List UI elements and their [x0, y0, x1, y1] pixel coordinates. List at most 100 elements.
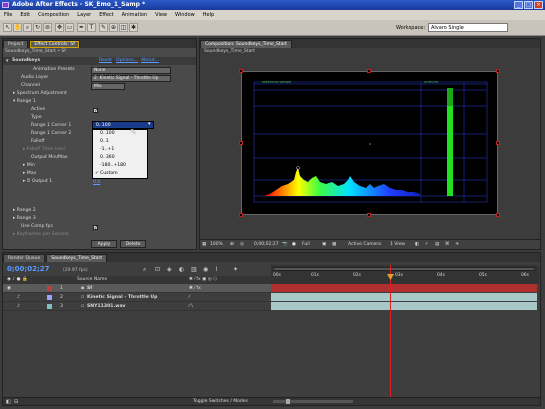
layer-switches-icon[interactable]: ⁄: [189, 293, 190, 302]
exposure-icon[interactable]: ☀: [455, 240, 459, 250]
handle-tl[interactable]: [239, 69, 243, 73]
layer-row[interactable]: ♪ 2 ▫ Kinetic Signal - Throttle Up ⁄: [3, 293, 271, 302]
toggle-switches-modes-button[interactable]: Toggle Switches / Modes: [193, 398, 248, 406]
active-checkbox[interactable]: ✓: [93, 108, 98, 114]
tab-composition[interactable]: Composition: Soundkeys_Time_Start: [200, 40, 292, 48]
rotate-tool-icon[interactable]: ↻: [33, 23, 42, 32]
in-out-pane-icon[interactable]: ⊟: [14, 398, 18, 406]
pen-tool-icon[interactable]: ✒: [77, 23, 86, 32]
type-option-neg1-pos1[interactable]: -1..+1: [93, 146, 147, 154]
layer-switches-icon[interactable]: ✱ ⁄ fx: [189, 284, 201, 293]
color-channel-icon[interactable]: ●: [292, 240, 296, 250]
draft-3d-icon[interactable]: ◈: [167, 266, 175, 274]
layer-switches-icon[interactable]: ⁄ \: [189, 302, 193, 311]
zoom-dropdown[interactable]: 100%: [210, 240, 223, 250]
layer-label-color[interactable]: [47, 286, 52, 291]
type-option-neg180-pos180[interactable]: -180..+180: [93, 162, 147, 170]
frame-blending-icon[interactable]: ▥: [191, 266, 199, 274]
options-link[interactable]: Options...: [116, 57, 138, 65]
fast-previews-icon[interactable]: ⚡: [425, 240, 428, 250]
handle-bl[interactable]: [239, 213, 243, 217]
region-of-interest-icon[interactable]: ▣: [322, 240, 326, 250]
brush-tool-icon[interactable]: ✎: [99, 23, 108, 32]
hand-tool-icon[interactable]: ✋: [13, 23, 22, 32]
close-button[interactable]: ×: [534, 1, 543, 9]
menu-animation[interactable]: Animation: [118, 12, 152, 18]
layer-name[interactable]: SNY11301.wav: [87, 302, 126, 311]
animation-presets-dropdown[interactable]: None: [91, 67, 171, 74]
handle-bc[interactable]: [367, 213, 371, 217]
resolution-dropdown[interactable]: Full: [302, 240, 310, 250]
magnification-icon[interactable]: ▦: [202, 240, 206, 250]
camera-tool-icon[interactable]: ⊚: [43, 23, 52, 32]
apply-button[interactable]: Apply: [91, 240, 117, 248]
menu-layer[interactable]: Layer: [73, 12, 95, 18]
menu-view[interactable]: View: [151, 12, 171, 18]
layer-3-duration-bar[interactable]: [271, 302, 537, 310]
maximize-button[interactable]: □: [524, 1, 533, 9]
zoom-slider-handle[interactable]: [286, 399, 290, 404]
menu-edit[interactable]: Edit: [16, 12, 34, 18]
tab-project[interactable]: Project: [3, 40, 29, 48]
graph-editor-icon[interactable]: ⌇: [215, 266, 223, 274]
prop-output-1[interactable]: ▸ ⏱ Output 1: [23, 178, 52, 187]
view-layout-dropdown[interactable]: 1 View: [390, 240, 405, 250]
effect-name[interactable]: Soundkeys: [12, 57, 40, 65]
comp-timecode[interactable]: 0;00;02;27: [254, 240, 279, 250]
tab-effect-controls[interactable]: Effect Controls: Sf: [29, 40, 80, 48]
handle-ml[interactable]: [239, 141, 243, 145]
comp-mini-flowchart-icon[interactable]: ⊡: [155, 266, 163, 274]
flowchart-icon[interactable]: ⌘: [445, 240, 450, 250]
brainstorm-icon[interactable]: ✦: [233, 266, 241, 274]
type-option-0-100[interactable]: 0..100: [93, 130, 147, 138]
handle-br[interactable]: [496, 213, 500, 217]
layer-2-duration-bar[interactable]: [271, 293, 537, 301]
menu-help[interactable]: Help: [199, 12, 218, 18]
type-dropdown[interactable]: 0..100: [92, 121, 154, 129]
menu-effect[interactable]: Effect: [95, 12, 117, 18]
playhead[interactable]: [390, 265, 391, 401]
transparency-grid-icon[interactable]: ▩: [332, 240, 336, 250]
layer-name[interactable]: Sf: [87, 284, 92, 293]
mask-tool-icon[interactable]: ▭: [65, 23, 74, 32]
snapshot-icon[interactable]: 📷: [282, 240, 288, 250]
zoom-slider[interactable]: [273, 400, 353, 403]
handle-tr[interactable]: [496, 69, 500, 73]
grid-icon[interactable]: ⊞: [230, 240, 234, 250]
visibility-icon[interactable]: ◉: [7, 284, 11, 293]
menu-composition[interactable]: Composition: [34, 12, 73, 18]
timeline-timecode[interactable]: 0;00;02;27: [7, 265, 50, 273]
audio-icon[interactable]: ♪: [17, 302, 20, 311]
clone-stamp-tool-icon[interactable]: ⊕: [109, 23, 118, 32]
comp-viewer[interactable]: SPECTRUM VIEWER OUTPUTS: [241, 71, 498, 215]
search-icon[interactable]: ⌕: [143, 266, 151, 274]
source-name-header[interactable]: Source Name: [77, 276, 107, 284]
use-comp-fps-checkbox[interactable]: ✓: [93, 225, 98, 231]
camera-dropdown[interactable]: Active Camera: [348, 240, 381, 250]
layer-name[interactable]: Kinetic Signal - Throttle Up: [87, 293, 157, 302]
reset-link[interactable]: Reset: [99, 57, 112, 65]
type-option-0-1[interactable]: 0..1: [93, 138, 147, 146]
tab-render-queue[interactable]: Render Queue: [3, 254, 46, 262]
timeline-icon[interactable]: ▤: [435, 240, 439, 250]
type-option-custom[interactable]: ✓ Custom: [93, 170, 147, 178]
puppet-tool-icon[interactable]: ✱: [129, 23, 138, 32]
time-navigator[interactable]: [273, 267, 535, 271]
text-tool-icon[interactable]: T: [87, 23, 96, 32]
toggle-pixel-aspect-icon[interactable]: ◧: [415, 240, 419, 250]
minimize-button[interactable]: _: [514, 1, 523, 9]
zoom-tool-icon[interactable]: ⌕: [23, 23, 32, 32]
channel-dropdown[interactable]: Mix: [91, 83, 125, 90]
handle-mr[interactable]: [496, 141, 500, 145]
selection-tool-icon[interactable]: ↖: [3, 23, 12, 32]
time-ruler[interactable]: 00s 01s 02s 03s 04s 05s 06s: [271, 265, 539, 284]
output-1-value[interactable]: 0.0: [93, 180, 100, 185]
motion-blur-icon[interactable]: ◉: [203, 266, 211, 274]
tab-timeline-comp[interactable]: Soundkeys_Time_Start: [46, 254, 108, 262]
handle-tc[interactable]: [367, 69, 371, 73]
audio-layer-dropdown[interactable]: 2. Kinetic Signal - Throttle Up: [91, 75, 171, 82]
layer-1-duration-bar[interactable]: [271, 284, 537, 292]
workspace-dropdown[interactable]: Alvaro Single: [428, 23, 508, 32]
layer-row[interactable]: ◉ 1 ▪ Sf ✱ ⁄ fx: [3, 284, 271, 293]
layer-label-color[interactable]: [47, 295, 52, 300]
